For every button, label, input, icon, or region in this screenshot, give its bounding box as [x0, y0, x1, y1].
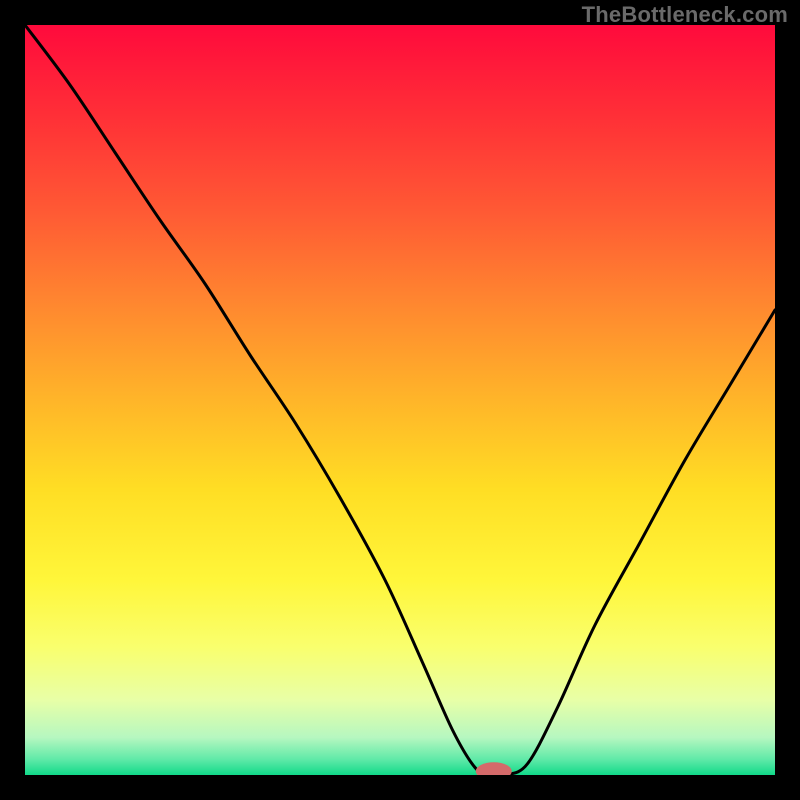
- plot-area: [25, 25, 775, 775]
- gradient-background: [25, 25, 775, 775]
- bottleneck-chart: [25, 25, 775, 775]
- chart-frame: TheBottleneck.com: [0, 0, 800, 800]
